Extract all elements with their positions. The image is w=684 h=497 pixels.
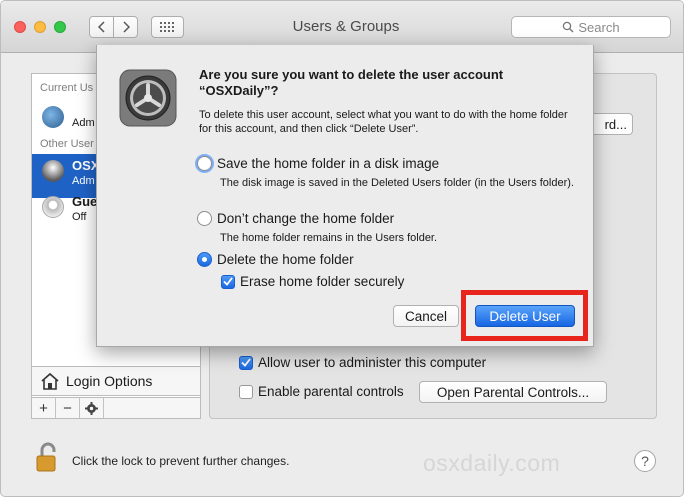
guest-avatar xyxy=(42,196,64,218)
search-input[interactable]: Search xyxy=(511,16,671,38)
close-window-button[interactable] xyxy=(14,21,26,33)
action-menu-button[interactable] xyxy=(80,398,104,418)
parental-controls-checkbox[interactable] xyxy=(239,384,253,399)
dont-change-note: The home folder remains in the Users fol… xyxy=(220,232,438,244)
search-placeholder: Search xyxy=(578,19,620,35)
parental-controls-row[interactable]: Enable parental controls xyxy=(239,384,404,399)
gear-icon xyxy=(85,401,98,415)
save-disk-image-note: The disk image is saved in the Deleted U… xyxy=(220,177,574,189)
system-preferences-gear-icon xyxy=(119,69,177,127)
option-save-disk-image[interactable]: Save the home folder in a disk image xyxy=(197,156,439,171)
window-title: Users & Groups xyxy=(292,18,400,35)
erase-securely-checkbox[interactable] xyxy=(221,274,235,289)
lock-icon[interactable] xyxy=(36,441,58,473)
chevron-right-icon xyxy=(122,21,130,33)
current-user-role: Adm xyxy=(72,117,95,129)
dont-change-radio[interactable] xyxy=(197,211,212,226)
back-button[interactable] xyxy=(89,16,114,38)
other-users-header: Other User xyxy=(40,138,94,150)
save-disk-image-label: Save the home folder in a disk image xyxy=(217,156,440,171)
grid-icon xyxy=(159,22,174,32)
parental-controls-label: Enable parental controls xyxy=(258,384,404,399)
add-remove-bar: + − xyxy=(31,397,201,419)
dont-change-label: Don’t change the home folder xyxy=(217,211,395,226)
help-button[interactable]: ? xyxy=(634,450,656,472)
watermark: osxdaily.com xyxy=(423,450,561,476)
open-parental-controls-button[interactable]: Open Parental Controls... xyxy=(419,381,607,403)
allow-admin-label: Allow user to administer this computer xyxy=(258,355,487,370)
dialog-title: Are you sure you want to delete the user… xyxy=(199,67,504,98)
search-icon xyxy=(563,21,574,33)
login-options-label: Login Options xyxy=(66,373,153,389)
cancel-button[interactable]: Cancel xyxy=(393,305,459,327)
lock-hint: Click the lock to prevent further change… xyxy=(72,454,290,468)
forward-button[interactable] xyxy=(113,16,138,38)
checkmark-icon xyxy=(241,358,251,367)
guest-name: Gue xyxy=(72,194,98,209)
guest-status: Off xyxy=(72,211,87,223)
eagle-avatar xyxy=(42,160,64,182)
current-user-header: Current Us xyxy=(40,82,94,94)
show-all-button[interactable] xyxy=(151,16,184,38)
save-disk-image-radio[interactable] xyxy=(197,156,212,171)
allow-admin-checkbox[interactable] xyxy=(239,355,253,370)
allow-admin-row[interactable]: Allow user to administer this computer xyxy=(239,355,486,370)
erase-securely-row[interactable]: Erase home folder securely xyxy=(221,274,404,289)
checkmark-icon xyxy=(223,277,233,286)
house-icon xyxy=(41,372,59,390)
delete-home-radio[interactable] xyxy=(197,252,212,267)
chevron-left-icon xyxy=(97,21,105,33)
zoom-window-button[interactable] xyxy=(54,21,66,33)
login-options-item[interactable]: Login Options xyxy=(31,366,201,396)
add-user-button[interactable]: + xyxy=(32,398,56,418)
annotation-highlight-box xyxy=(461,290,588,341)
option-dont-change[interactable]: Don’t change the home folder xyxy=(197,211,394,226)
erase-securely-label: Erase home folder securely xyxy=(240,274,405,289)
minimize-window-button[interactable] xyxy=(34,21,46,33)
option-delete-home[interactable]: Delete the home folder xyxy=(197,252,354,267)
delete-home-label: Delete the home folder xyxy=(217,252,354,267)
globe-avatar xyxy=(42,106,64,128)
users-groups-window: Users & Groups Search Current Us Adm Oth… xyxy=(0,0,684,497)
remove-user-button[interactable]: − xyxy=(56,398,80,418)
dialog-description: To delete this user account, select what… xyxy=(199,109,568,135)
user-role: Adm xyxy=(72,175,95,187)
